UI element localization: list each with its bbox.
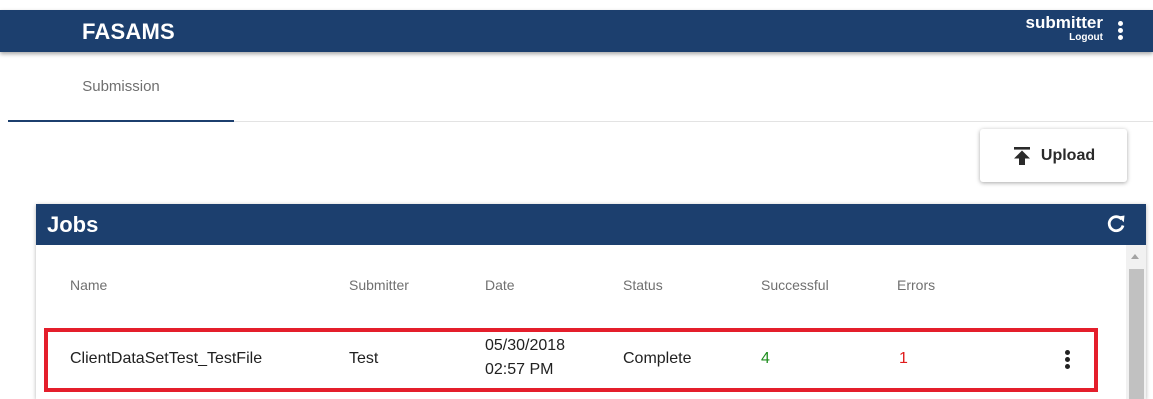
scroll-up-arrow-icon[interactable] — [1131, 254, 1139, 259]
row-more-icon[interactable] — [1062, 350, 1072, 372]
column-header-status[interactable]: Status — [623, 277, 663, 293]
job-successful-cell: 4 — [761, 350, 770, 367]
job-name-cell: ClientDataSetTest_TestFile — [70, 350, 263, 367]
jobs-title: Jobs — [47, 212, 99, 237]
tab-submission[interactable]: Submission — [8, 52, 234, 122]
app-title: FASAMS — [82, 19, 175, 44]
job-time-line: 02:57 PM — [485, 361, 554, 378]
table-scrollbar[interactable] — [1126, 245, 1146, 399]
refresh-icon[interactable] — [1106, 214, 1126, 234]
job-errors-cell: 1 — [899, 350, 908, 367]
job-status-cell: Complete — [623, 350, 692, 367]
logout-link[interactable]: Logout — [1026, 32, 1103, 43]
more-vertical-icon[interactable] — [1115, 21, 1125, 41]
column-header-submitter[interactable]: Submitter — [349, 277, 409, 293]
active-tab-indicator — [8, 120, 234, 122]
column-header-errors[interactable]: Errors — [897, 277, 935, 293]
jobs-card: Jobs Name Submitter Date Status Successf… — [36, 204, 1146, 399]
job-date-cell: 05/30/2018 02:57 PM — [485, 334, 565, 382]
column-header-date[interactable]: Date — [485, 277, 515, 293]
upload-icon — [1013, 146, 1030, 165]
upload-label: Upload — [1040, 146, 1096, 164]
user-block: submitter Logout — [1026, 13, 1103, 43]
user-name: submitter — [1025, 13, 1103, 32]
scroll-thumb[interactable] — [1129, 269, 1144, 399]
tab-bar: Submission — [8, 52, 1153, 122]
job-submitter-cell: Test — [349, 350, 379, 367]
column-header-name[interactable]: Name — [70, 277, 107, 293]
jobs-header: Jobs — [36, 204, 1146, 245]
upload-button[interactable]: Upload — [980, 129, 1127, 182]
app-bar: FASAMS submitter Logout — [0, 10, 1153, 52]
column-header-successful[interactable]: Successful — [761, 277, 829, 293]
job-date-line: 05/30/2018 — [485, 337, 566, 354]
